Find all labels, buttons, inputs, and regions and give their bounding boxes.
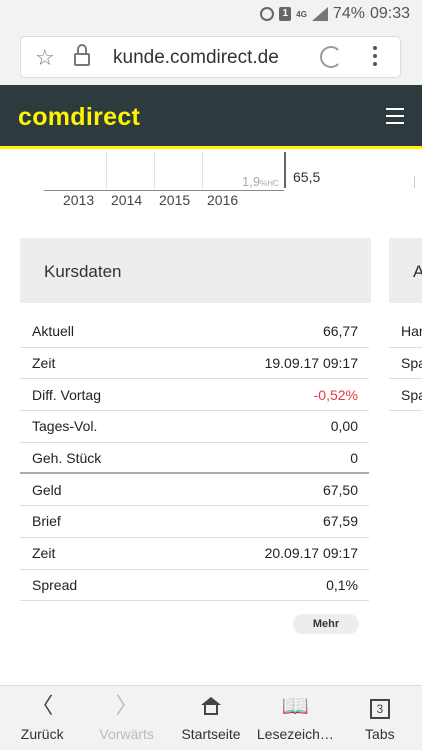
kursdaten-table: Aktuell 66,77 Zeit 19.09.17 09:17 Diff. Vo… [20, 316, 369, 602]
table-row: Tages-Vol. 0,00 [20, 411, 369, 443]
tabs-icon: 3 [369, 699, 390, 719]
hamburger-menu-icon[interactable] [386, 108, 404, 129]
chart-gridline [106, 152, 107, 190]
table-row: Diff. Vortag -0,52% [20, 379, 369, 412]
row-label: Geh. Stück [32, 449, 102, 466]
home-button[interactable]: Startseite [169, 686, 253, 750]
table-row: Har [389, 316, 422, 348]
kursdaten-title: Kursdaten [44, 262, 122, 281]
battery-percentage: 74% [332, 5, 365, 22]
next-card-header[interactable]: A [389, 238, 422, 303]
menu-kebab-icon[interactable] [373, 46, 377, 70]
address-bar[interactable]: ☆ kunde.comdirect.de [20, 36, 401, 78]
chart-gridline [414, 176, 415, 188]
row-label: Zeit [32, 355, 56, 372]
table-row: Spa [389, 348, 422, 380]
bookmark-star-icon[interactable]: ☆ [35, 45, 55, 71]
row-label: Geld [32, 481, 62, 498]
chart-cursor-label: 1,9%HC [242, 174, 279, 189]
year-tick: 2013 [63, 192, 95, 208]
year-tick: 2016 [207, 192, 239, 208]
table-row: Spread 0,1% [20, 570, 369, 602]
tabs-label: Tabs [365, 726, 395, 742]
forward-label: Vorwärts [99, 726, 154, 742]
kursdaten-header: Kursdaten [20, 238, 371, 303]
table-row: Aktuell 66,77 [20, 316, 369, 348]
bookmarks-button[interactable]: 📖 Lesezeich… [253, 686, 337, 750]
table-row: Spa [389, 379, 422, 412]
row-value: 0,1% [326, 576, 358, 593]
row-value: 66,77 [322, 323, 358, 340]
bookmarks-label: Lesezeich… [256, 726, 334, 742]
signal-icon [311, 7, 328, 21]
table-row: Geld 67,50 [20, 474, 369, 507]
chart-gridline [202, 152, 203, 190]
row-label: Spread [32, 576, 78, 593]
row-label: Diff. Vortag [32, 386, 102, 403]
browser-bottom-nav: 〈 Zurück 〉 Vorwärts Startseite 📖 Lesezei… [0, 685, 422, 750]
site-header: comdirect [0, 85, 422, 149]
row-label: Zeit [32, 545, 56, 562]
table-row: Brief 67,59 [20, 506, 369, 538]
next-card-table: Har Spa Spa [389, 316, 422, 412]
row-value: 19.09.17 09:17 [264, 355, 358, 372]
chart-cursor-value: 65,5 [293, 169, 321, 185]
status-bar: 1 4G 74% 09:33 [0, 0, 422, 30]
back-label: Zurück [20, 726, 64, 742]
mehr-button[interactable]: Mehr [293, 614, 359, 634]
comdirect-logo[interactable]: comdirect [18, 103, 140, 132]
browser-toolbar: ☆ kunde.comdirect.de [0, 30, 422, 85]
year-tick: 2014 [111, 192, 143, 208]
lock-icon[interactable] [74, 44, 90, 66]
row-value: 67,50 [322, 481, 358, 498]
network-type: 4G [296, 9, 307, 19]
chevron-left-icon: 〈 [31, 693, 54, 718]
table-row: Zeit 20.09.17 09:17 [20, 538, 369, 570]
url-text[interactable]: kunde.comdirect.de [113, 47, 279, 69]
row-label: Aktuell [32, 323, 75, 340]
row-value: 67,59 [322, 513, 358, 530]
book-icon: 📖 [281, 693, 310, 718]
chevron-right-icon: 〉 [115, 693, 138, 718]
reload-icon[interactable] [320, 46, 342, 68]
home-icon [201, 697, 222, 715]
price-chart: 2013 2014 2015 2016 1,9%HC 65,5 [0, 152, 422, 214]
row-value: -0,52% [313, 386, 358, 403]
table-row: Geh. Stück 0 [20, 443, 369, 475]
status-time: 09:33 [369, 5, 410, 22]
table-row: Zeit 19.09.17 09:17 [20, 348, 369, 380]
alarm-icon [260, 7, 275, 21]
row-label: Tages-Vol. [32, 418, 98, 435]
chart-cursor-line [284, 152, 286, 188]
year-tick: 2015 [159, 192, 191, 208]
sim-icon: 1 [279, 7, 292, 21]
next-card-title: A [413, 262, 422, 281]
home-label: Startseite [181, 726, 241, 742]
forward-button[interactable]: 〉 Vorwärts [84, 686, 168, 750]
row-label: Brief [32, 513, 61, 530]
back-button[interactable]: 〈 Zurück [0, 686, 84, 750]
chart-gridline [154, 152, 155, 190]
row-value: 0 [350, 449, 358, 466]
chart-x-axis [44, 190, 284, 191]
row-value: 20.09.17 09:17 [264, 545, 358, 562]
tabs-button[interactable]: 3 Tabs [338, 686, 422, 750]
row-value: 0,00 [330, 418, 358, 435]
